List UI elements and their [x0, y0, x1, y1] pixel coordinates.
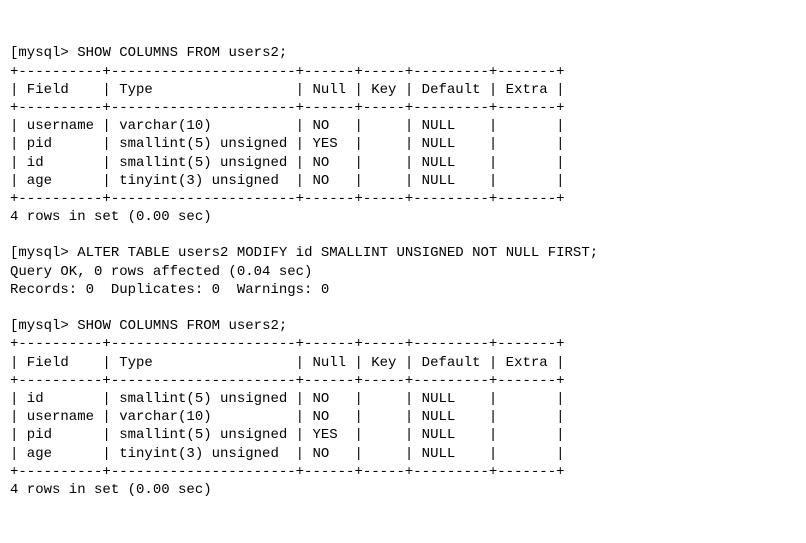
table-separator: +----------+----------------------+-----… [10, 373, 565, 389]
table-separator: +----------+----------------------+-----… [10, 64, 565, 80]
table-row: | username | varchar(10) | NO | | NULL |… [10, 409, 565, 425]
mysql-prompt: mysql> [18, 245, 68, 261]
table-separator: +----------+----------------------+-----… [10, 336, 565, 352]
table-row: | pid | smallint(5) unsigned | YES | | N… [10, 427, 565, 443]
mysql-prompt: mysql> [18, 45, 68, 61]
prompt-line: [mysql> SHOW COLUMNS FROM users2; [10, 318, 287, 334]
table-row: | id | smallint(5) unsigned | NO | | NUL… [10, 155, 565, 171]
prompt-line: [mysql> SHOW COLUMNS FROM users2; [10, 45, 287, 61]
table-separator: +----------+----------------------+-----… [10, 464, 565, 480]
table-header: | Field | Type | Null | Key | Default | … [10, 355, 565, 371]
table-row: | username | varchar(10) | NO | | NULL |… [10, 118, 565, 134]
terminal-output: [mysql> SHOW COLUMNS FROM users2; +-----… [10, 45, 598, 498]
mysql-prompt: mysql> [18, 318, 68, 334]
sql-command: SHOW COLUMNS FROM users2; [77, 45, 287, 61]
table-row: | age | tinyint(3) unsigned | NO | | NUL… [10, 173, 565, 189]
sql-command: SHOW COLUMNS FROM users2; [77, 318, 287, 334]
query-result: Records: 0 Duplicates: 0 Warnings: 0 [10, 282, 329, 298]
table-row: | id | smallint(5) unsigned | NO | | NUL… [10, 391, 565, 407]
sql-command: ALTER TABLE users2 MODIFY id SMALLINT UN… [77, 245, 598, 261]
query-result: Query OK, 0 rows affected (0.04 sec) [10, 264, 312, 280]
table-separator: +----------+----------------------+-----… [10, 100, 565, 116]
prompt-line: [mysql> ALTER TABLE users2 MODIFY id SMA… [10, 245, 598, 261]
table-separator: +----------+----------------------+-----… [10, 191, 565, 207]
table-row: | pid | smallint(5) unsigned | YES | | N… [10, 136, 565, 152]
table-row: | age | tinyint(3) unsigned | NO | | NUL… [10, 446, 565, 462]
result-footer: 4 rows in set (0.00 sec) [10, 209, 212, 225]
table-header: | Field | Type | Null | Key | Default | … [10, 82, 565, 98]
result-footer: 4 rows in set (0.00 sec) [10, 482, 212, 498]
